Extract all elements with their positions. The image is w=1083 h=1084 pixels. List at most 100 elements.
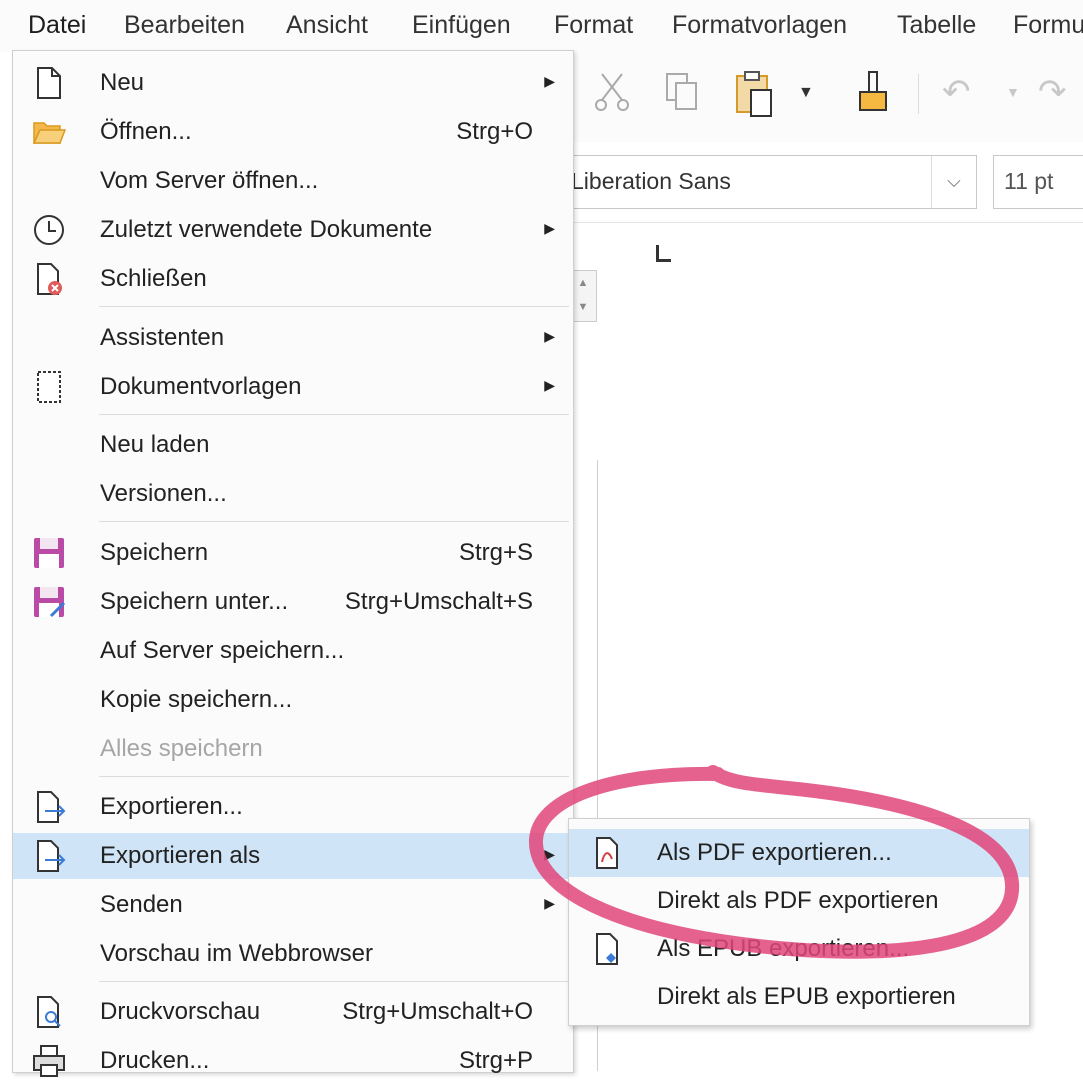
menu-item-shortcut: Strg+Umschalt+O [342, 998, 533, 1025]
printer-icon [33, 1045, 65, 1077]
clone-formatting-icon[interactable] [854, 70, 894, 116]
menu-item-label: Speichern unter... [100, 588, 289, 615]
menu-bar: Datei Bearbeiten Ansicht Einfügen Format… [0, 0, 1083, 52]
text-boundary-mark [656, 245, 671, 262]
menu-item-send[interactable]: Senden ▶ [13, 882, 573, 928]
menu-item-label: Zuletzt verwendete Dokumente [100, 216, 433, 243]
menu-bearbeiten[interactable]: Bearbeiten [124, 11, 245, 40]
ruler [570, 222, 1083, 223]
sidebar-spinner[interactable]: ▲ ▼ [570, 270, 597, 322]
menu-item-label: Druckvorschau [100, 998, 261, 1025]
menu-item-preview-web[interactable]: Vorschau im Webbrowser [13, 931, 573, 977]
submenu-item-label: Direkt als EPUB exportieren [657, 983, 956, 1010]
menu-item-shortcut: Strg+S [458, 539, 533, 566]
open-folder-icon [32, 122, 67, 144]
chevron-down-icon[interactable]: ⌵ [931, 156, 976, 208]
submenu-item-label: Als PDF exportieren... [657, 839, 892, 866]
submenu-item-label: Als EPUB exportieren... [657, 935, 910, 962]
menu-item-save-as[interactable]: Speichern unter... Strg+Umschalt+S [13, 579, 573, 625]
menu-item-print[interactable]: Drucken... Strg+P [13, 1038, 573, 1084]
menu-item-save[interactable]: Speichern Strg+S [13, 530, 573, 576]
menu-item-save-remote[interactable]: Auf Server speichern... [13, 628, 573, 674]
menu-item-label: Neu laden [100, 431, 210, 458]
menu-format[interactable]: Format [554, 11, 633, 40]
submenu-item-label: Direkt als PDF exportieren [657, 887, 939, 914]
submenu-arrow-icon: ▶ [544, 895, 555, 911]
submenu-item-direct-epub[interactable]: Direkt als EPUB exportieren [569, 973, 1029, 1021]
menu-datei[interactable]: Datei [28, 11, 86, 40]
pdf-icon [596, 837, 618, 869]
menu-item-label: Schließen [100, 265, 207, 292]
submenu-arrow-icon: ▶ [544, 846, 555, 862]
menu-item-versions[interactable]: Versionen... [13, 471, 573, 517]
menu-item-new[interactable]: Neu ▶ [13, 60, 573, 106]
menu-item-wizards[interactable]: Assistenten ▶ [13, 315, 573, 361]
menu-item-label: Senden [100, 891, 183, 918]
menu-einfuegen[interactable]: Einfügen [412, 11, 511, 40]
menu-item-save-copy[interactable]: Kopie speichern... [13, 677, 573, 723]
menu-item-label: Öffnen... [100, 118, 192, 145]
copy-icon[interactable] [662, 70, 702, 114]
file-menu: Neu ▶ Öffnen... Strg+O Vom Server öffnen… [12, 50, 574, 1077]
font-size-value: 11 pt [1004, 168, 1054, 194]
submenu-item-export-epub[interactable]: Als EPUB exportieren... [569, 925, 1029, 973]
print-preview-icon [37, 996, 61, 1028]
menu-item-label: Versionen... [100, 480, 227, 507]
undo-dropdown-icon[interactable]: ▼ [1006, 84, 1020, 100]
epub-icon [596, 933, 618, 965]
menu-item-reload[interactable]: Neu laden [13, 422, 573, 468]
submenu-item-export-pdf[interactable]: Als PDF exportieren... [569, 829, 1029, 877]
menu-item-label: Vom Server öffnen... [100, 167, 319, 194]
menu-formular[interactable]: Formu [1013, 11, 1083, 40]
submenu-arrow-icon: ▶ [544, 73, 555, 89]
submenu-arrow-icon: ▶ [544, 220, 555, 236]
redo-icon[interactable]: ↷ [1038, 72, 1067, 112]
menu-item-label: Speichern [100, 539, 209, 566]
submenu-item-direct-pdf[interactable]: Direkt als PDF exportieren [569, 877, 1029, 925]
templates-icon [37, 371, 61, 403]
menu-separator [99, 306, 569, 307]
new-document-icon [37, 67, 61, 99]
menu-item-print-preview[interactable]: Druckvorschau Strg+Umschalt+O [13, 989, 573, 1035]
export-icon [37, 791, 66, 823]
menu-item-export-as[interactable]: Exportieren als ▶ [13, 833, 573, 879]
menu-item-open-remote[interactable]: Vom Server öffnen... [13, 158, 573, 204]
menu-item-label: Assistenten [100, 324, 225, 351]
menu-item-save-all: Alles speichern [13, 726, 573, 772]
menu-ansicht[interactable]: Ansicht [286, 11, 368, 40]
cut-icon[interactable] [592, 70, 632, 114]
menu-item-label: Auf Server speichern... [100, 637, 345, 664]
export-as-icon [37, 840, 66, 872]
menu-item-recent-documents[interactable]: Zuletzt verwendete Dokumente ▶ [13, 207, 573, 253]
menu-item-templates[interactable]: Dokumentvorlagen ▶ [13, 364, 573, 410]
font-size-box[interactable]: 11 pt [993, 155, 1083, 209]
font-name-box[interactable]: Liberation Sans ⌵ [570, 155, 977, 209]
menu-tabelle[interactable]: Tabelle [897, 11, 976, 40]
menu-separator [99, 414, 569, 415]
menu-separator [99, 981, 569, 982]
paste-dropdown-icon[interactable]: ▼ [798, 84, 814, 102]
save-icon [34, 538, 64, 568]
menu-item-shortcut: Strg+Umschalt+S [344, 588, 533, 615]
menu-item-label: Kopie speichern... [100, 686, 293, 713]
submenu-arrow-icon: ▶ [544, 328, 555, 344]
menu-separator [99, 776, 569, 777]
export-as-submenu: Als PDF exportieren... Direkt als PDF ex… [568, 818, 1030, 1026]
submenu-arrow-icon: ▶ [544, 377, 555, 393]
menu-item-label: Vorschau im Webbrowser [100, 940, 373, 967]
paste-icon[interactable] [734, 70, 780, 118]
menu-formatvorlagen[interactable]: Formatvorlagen [672, 11, 847, 40]
menu-item-close[interactable]: Schließen [13, 256, 573, 302]
menu-item-label: Exportieren als [100, 842, 261, 869]
close-document-icon [37, 263, 62, 295]
toolbar-separator [918, 74, 919, 114]
clock-icon [34, 215, 64, 245]
menu-item-open[interactable]: Öffnen... Strg+O [13, 109, 573, 155]
menu-item-export[interactable]: Exportieren... [13, 784, 573, 830]
menu-item-shortcut: Strg+O [456, 118, 533, 145]
menu-item-label: Exportieren... [100, 793, 243, 820]
undo-icon[interactable]: ↶ [942, 72, 971, 112]
menu-separator [99, 521, 569, 522]
menu-item-label: Alles speichern [100, 735, 263, 762]
font-name-value: Liberation Sans [571, 168, 731, 194]
